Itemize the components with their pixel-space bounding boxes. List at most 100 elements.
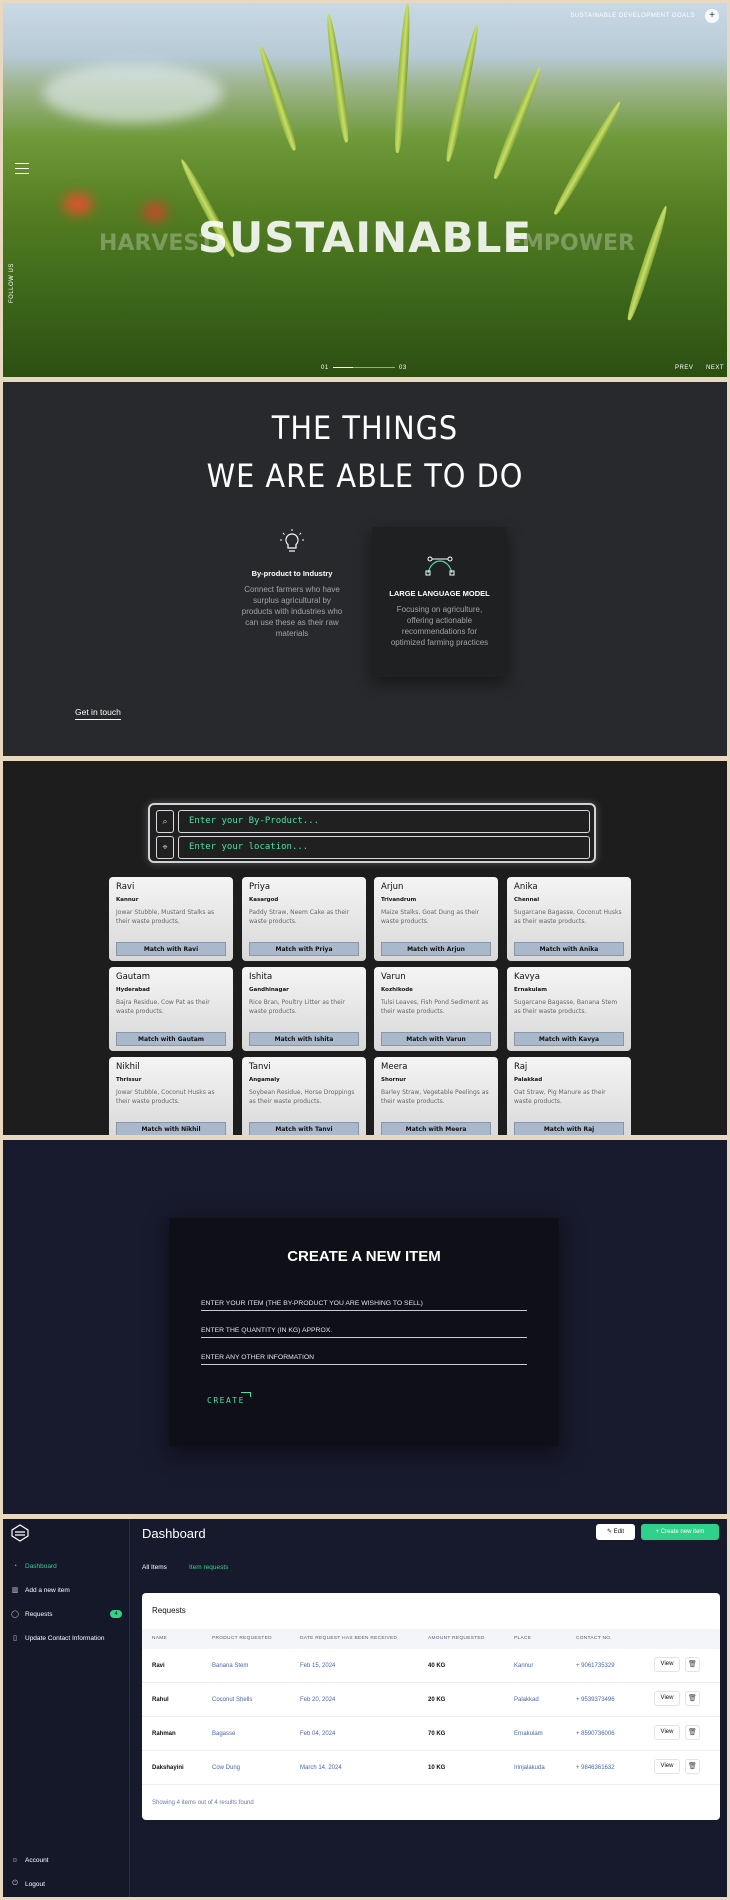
match-button[interactable]: Match with Ishita (249, 1032, 359, 1046)
slide-end-number: 03 (399, 365, 407, 371)
cell-date: March 14, 2024 (300, 1765, 342, 1771)
profile-city: Thrissur (116, 1077, 142, 1083)
wheat-ear (323, 13, 352, 143)
sidebar-item-label: Logout (25, 1880, 45, 1888)
match-button[interactable]: Match with Kavya (514, 1032, 624, 1046)
view-button[interactable]: View (654, 1657, 680, 1672)
match-button[interactable]: Match with Nikhil (116, 1122, 226, 1135)
document-icon: ▯ (13, 1635, 17, 1642)
sidebar-item-label: Requests (25, 1610, 53, 1618)
plus-icon: + (655, 1529, 660, 1535)
table-row: Dakshayini Cow Dung March 14, 2024 10 KG Iri… (142, 1751, 720, 1785)
cell-date: Feb 20, 2024 (300, 1697, 336, 1703)
slide-start-number: 01 (321, 365, 329, 371)
cell-contact: + 8590736006 (576, 1731, 615, 1737)
item-field[interactable]: ENTER YOUR ITEM (THE BY-PRODUCT YOU ARE … (201, 1300, 527, 1311)
match-button[interactable]: Match with Anika (514, 942, 624, 956)
cell-name: Ravi (152, 1663, 165, 1669)
match-button[interactable]: Match with Gautam (116, 1032, 226, 1046)
column-header: AMOUNT REQUESTED (428, 1636, 485, 1641)
cell-amount: 20 KG (428, 1697, 446, 1703)
cell-amount: 10 KG (428, 1765, 446, 1771)
byproduct-input[interactable]: Enter your By-Product... (178, 810, 590, 833)
create-new-item-button[interactable]: + Create new item (641, 1524, 719, 1540)
match-button[interactable]: Match with Tanvi (249, 1122, 359, 1135)
cell-contact: + 9846361632 (576, 1765, 615, 1771)
get-in-touch-link[interactable]: Get in touch (75, 707, 121, 720)
match-button[interactable]: Match with Raj (514, 1122, 624, 1135)
hamburger-menu-icon[interactable] (15, 163, 29, 174)
sdg-link[interactable]: SUSTAINABLE DEVELOPMENT GOALS (570, 13, 695, 19)
sidebar-item-label: Dashboard (25, 1562, 57, 1570)
profile-card: Kavya Ernakulam Sugarcane Bagasse, Banana … (507, 967, 631, 1051)
location-pin-icon: ⌖ (156, 836, 174, 859)
chat-icon: ◯ (11, 1611, 19, 1618)
sidebar: ◔ Dashboard ▥ Add a new item ◯ Requests … (3, 1519, 130, 1897)
profile-name: Nikhil (116, 1062, 140, 1072)
plus-icon[interactable]: + (705, 9, 719, 23)
create-button[interactable]: CREATE (207, 1396, 245, 1405)
profile-card: Ishita Gandhinagar Rice Bran, Poultry Litt… (242, 967, 366, 1051)
column-header: DATE REQUEST HAS BEEN RECEIVED (300, 1636, 398, 1641)
cell-place: Palakkad (514, 1697, 539, 1703)
cell-product: Banana Stem (212, 1663, 249, 1669)
sidebar-item-dashboard[interactable]: ◔ Dashboard (11, 1562, 57, 1570)
location-input[interactable]: Enter your location... (178, 836, 590, 859)
trash-icon[interactable]: 🗑 (685, 1691, 700, 1706)
profile-waste: Soybean Residue, Horse Droppings as thei… (249, 1089, 355, 1105)
trash-icon[interactable]: 🗑 (685, 1657, 700, 1672)
profile-card: Arjun Trivandrum Maize Stalks, Goat Dung a… (374, 877, 498, 961)
trash-icon[interactable]: 🗑 (685, 1759, 700, 1774)
cell-name: Rahman (152, 1731, 176, 1737)
match-button[interactable]: Match with Meera (381, 1122, 491, 1135)
edit-button-label: Edit (613, 1529, 625, 1535)
profile-name: Ravi (116, 882, 135, 892)
tab-item-requests[interactable]: Item requests (189, 1564, 228, 1571)
cell-name: Dakshayini (152, 1765, 184, 1771)
poppy-flower (63, 193, 93, 215)
match-button[interactable]: Match with Arjun (381, 942, 491, 956)
profile-waste: Paddy Straw, Neem Cake as their waste pr… (249, 909, 350, 925)
ghost-word-right: EMPOWER (507, 231, 635, 256)
ghost-word-left: HARVEST (99, 231, 215, 256)
cell-product: Bagasse (212, 1731, 236, 1737)
profile-city: Kannur (116, 897, 139, 903)
view-button[interactable]: View (654, 1691, 680, 1706)
profile-waste: Tulsi Leaves, Fish Pond Sediment as thei… (381, 999, 489, 1015)
trash-icon[interactable]: 🗑 (685, 1725, 700, 1740)
next-button[interactable]: NEXT (706, 365, 724, 371)
profile-name: Tanvi (249, 1062, 271, 1072)
page-title: Dashboard (142, 1526, 206, 1541)
results-summary: Showing 4 items out of 4 results found (152, 1800, 254, 1806)
match-button[interactable]: Match with Priya (249, 942, 359, 956)
cell-amount: 40 KG (428, 1663, 446, 1669)
match-button[interactable]: Match with Varun (381, 1032, 491, 1046)
dashboard-icon: ◔ (12, 1562, 18, 1570)
sidebar-item-update-contact[interactable]: ▯ Update Contact Information (11, 1634, 104, 1643)
form-title: CREATE A NEW ITEM (287, 1248, 441, 1265)
profile-card: Tanvi Angamaly Soybean Residue, Horse Drop… (242, 1057, 366, 1135)
match-button[interactable]: Match with Ravi (116, 942, 226, 956)
cell-product: Coconut Shells (212, 1697, 253, 1703)
cell-date: Feb 15, 2024 (300, 1663, 336, 1669)
view-button[interactable]: View (654, 1725, 680, 1740)
view-button[interactable]: View (654, 1759, 680, 1774)
prev-button[interactable]: PREV (675, 365, 693, 371)
sidebar-item-logout[interactable]: ⏻ Logout (11, 1880, 45, 1888)
profile-card: Anika Chennai Sugarcane Bagasse, Coconut H… (507, 877, 631, 961)
services-section: THE THINGS WE ARE ABLE TO DO By-product … (3, 382, 727, 756)
sidebar-item-requests[interactable]: ◯ Requests 4 (11, 1610, 122, 1618)
edit-button[interactable]: ✎ Edit (596, 1524, 635, 1540)
wheat-ear (392, 3, 413, 154)
quantity-field[interactable]: ENTER THE QUANTITY (IN KG) APPROX. (201, 1327, 527, 1338)
sidebar-item-account[interactable]: ☺ Account (11, 1856, 48, 1864)
follow-us-link[interactable]: FOLLOW US (9, 263, 15, 303)
tab-all-items[interactable]: All Items (142, 1564, 167, 1571)
info-field[interactable]: ENTER ANY OTHER INFORMATION (201, 1354, 527, 1365)
profile-city: Chennai (514, 897, 540, 903)
profile-city: Trivandrum (381, 897, 417, 903)
profile-name: Raj (514, 1062, 528, 1072)
column-header: CONTACT NO. (576, 1636, 612, 1641)
profile-waste: Jowar Stubble, Coconut Husks as their wa… (116, 1089, 215, 1105)
sidebar-item-add[interactable]: ▥ Add a new item (11, 1586, 70, 1595)
